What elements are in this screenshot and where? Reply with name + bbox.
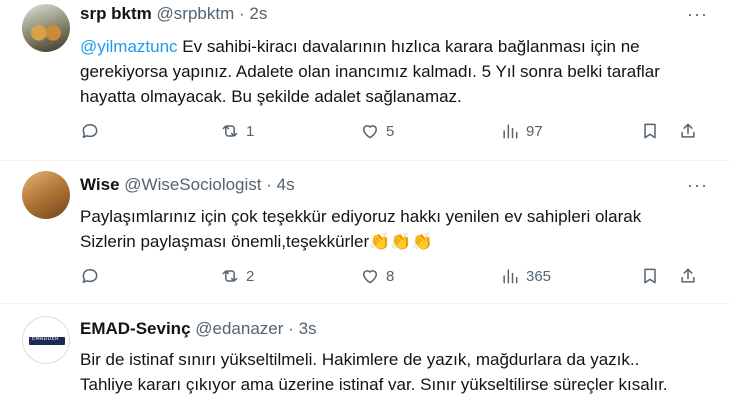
clapping-hands-emoji: 👏👏👏 [369,232,433,251]
retweet-button[interactable]: 2 [220,264,254,288]
tweet-text-content: Bir de istinaf sınırı yükseltilmeli. Hak… [80,350,668,394]
mention-link[interactable]: @yilmaztunc [80,37,178,56]
share-button[interactable] [678,264,698,288]
retweet-icon [222,270,238,282]
views-button[interactable]: 97 [500,119,543,143]
retweet-icon [222,125,238,137]
reply-icon [82,269,98,283]
heart-icon [363,270,377,284]
like-count: 5 [386,122,395,140]
bookmark-icon [644,123,656,139]
tweet-text: @yilmaztunc Ev sahibi-kiracı davalarının… [80,34,690,109]
tweet-3[interactable]: EMADDER EMAD-Sevinç @edanazer · 3s Bir d… [0,303,730,420]
more-options-button[interactable]: ··· [687,4,708,25]
view-count: 97 [526,122,543,140]
author-handle[interactable]: @WiseSociologist [124,175,261,194]
more-options-button[interactable]: ··· [687,175,708,196]
reply-icon [82,124,98,138]
bookmark-button[interactable] [640,119,660,143]
like-count: 8 [386,267,395,285]
tweet-header: EMAD-Sevinç @edanazer · 3s [80,319,317,339]
timestamp[interactable]: 4s [277,175,295,194]
tweet-text: Bir de istinaf sınırı yükseltilmeli. Hak… [80,347,690,397]
share-button[interactable] [678,119,698,143]
share-icon [681,123,695,138]
tweet-text: Paylaşımlarınız için çok teşekkür ediyor… [80,204,690,254]
separator-dot: · [288,319,294,338]
reply-button[interactable] [80,119,100,143]
reply-button[interactable] [80,264,100,288]
retweet-count: 1 [246,122,255,140]
author-name[interactable]: EMAD-Sevinç [80,319,191,338]
separator-dot: · [266,175,272,194]
view-count: 365 [526,267,552,285]
action-bar: 1 5 97 [80,119,700,143]
avatar[interactable]: EMADDER [22,316,70,364]
bookmark-button[interactable] [640,264,660,288]
action-bar: 2 8 365 [80,264,700,288]
views-button[interactable]: 365 [500,264,551,288]
avatar-logo-text: EMADDER [32,336,59,342]
timestamp[interactable]: 2s [249,4,267,23]
author-handle[interactable]: @srpbktm [157,4,235,23]
avatar[interactable] [22,171,70,219]
views-icon [503,124,518,139]
like-button[interactable]: 8 [360,264,394,288]
tweet-1[interactable]: srp bktm @srpbktm · 2s ··· @yilmaztunc E… [0,0,730,155]
tweet-text-content: Paylaşımlarınız için çok teşekkür ediyor… [80,207,642,251]
like-button[interactable]: 5 [360,119,394,143]
heart-icon [363,125,377,139]
timestamp[interactable]: 3s [299,319,317,338]
separator-dot: · [238,4,245,23]
tweet-header: srp bktm @srpbktm · 2s [80,4,267,24]
bookmark-icon [644,268,656,284]
tweet-header: Wise @WiseSociologist · 4s [80,175,295,195]
avatar[interactable] [22,4,70,52]
author-handle[interactable]: @edanazer [195,319,283,338]
author-name[interactable]: Wise [80,175,120,194]
retweet-button[interactable]: 1 [220,119,254,143]
tweet-2[interactable]: Wise @WiseSociologist · 4s ··· Paylaşıml… [0,160,730,300]
retweet-count: 2 [246,267,255,285]
author-name[interactable]: srp bktm [80,4,152,23]
share-icon [681,268,695,283]
views-icon [503,269,518,284]
